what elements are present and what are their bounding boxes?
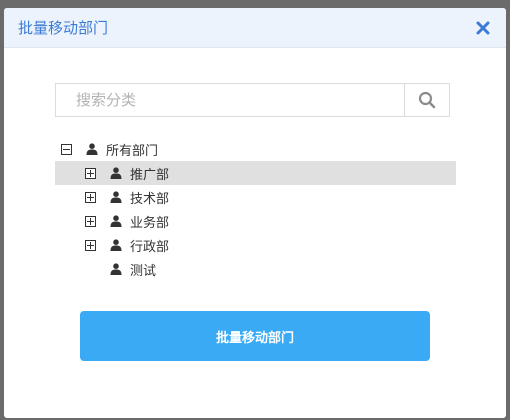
close-icon xyxy=(476,21,490,34)
expand-toggle[interactable] xyxy=(85,239,96,251)
dialog-title: 批量移动部门 xyxy=(18,19,109,37)
search-bar xyxy=(55,83,450,117)
search-icon xyxy=(418,91,436,109)
dialog-header: 批量移动部门 xyxy=(4,8,506,48)
user-icon xyxy=(110,215,122,227)
tree-node-ceshi[interactable]: 测试 xyxy=(55,257,456,281)
expand-toggle[interactable] xyxy=(85,191,96,203)
tree-node-label: 行政部 xyxy=(130,239,170,255)
user-icon xyxy=(110,239,122,251)
batch-move-submit-button[interactable]: 批量移动部门 xyxy=(80,311,430,361)
user-icon xyxy=(110,167,122,179)
tree-node-label: 测试 xyxy=(130,263,157,279)
tree-node-root[interactable]: 所有部门 xyxy=(55,137,456,161)
user-icon xyxy=(110,263,122,275)
expand-toggle[interactable] xyxy=(85,167,96,179)
tree-node-label: 技术部 xyxy=(130,191,170,207)
search-button[interactable] xyxy=(404,84,449,116)
tree-node-label: 推广部 xyxy=(130,167,170,183)
tree-node-label: 业务部 xyxy=(130,215,170,231)
user-icon xyxy=(86,143,98,155)
collapse-toggle[interactable] xyxy=(61,143,72,155)
batch-move-dialog: 批量移动部门 所有部门 xyxy=(4,8,506,418)
search-input[interactable] xyxy=(56,84,404,116)
close-button[interactable] xyxy=(474,19,492,37)
user-icon xyxy=(110,191,122,203)
tree-node-jishu[interactable]: 技术部 xyxy=(55,185,456,209)
tree-node-xingzheng[interactable]: 行政部 xyxy=(55,233,456,257)
expand-toggle[interactable] xyxy=(85,215,96,227)
tree-node-yewu[interactable]: 业务部 xyxy=(55,209,456,233)
tree-node-tuiguang[interactable]: 推广部 xyxy=(55,161,456,185)
tree-node-label: 所有部门 xyxy=(106,143,159,159)
department-tree: 所有部门 推广部 技术部 业务部 行政部 测试 xyxy=(55,137,456,281)
